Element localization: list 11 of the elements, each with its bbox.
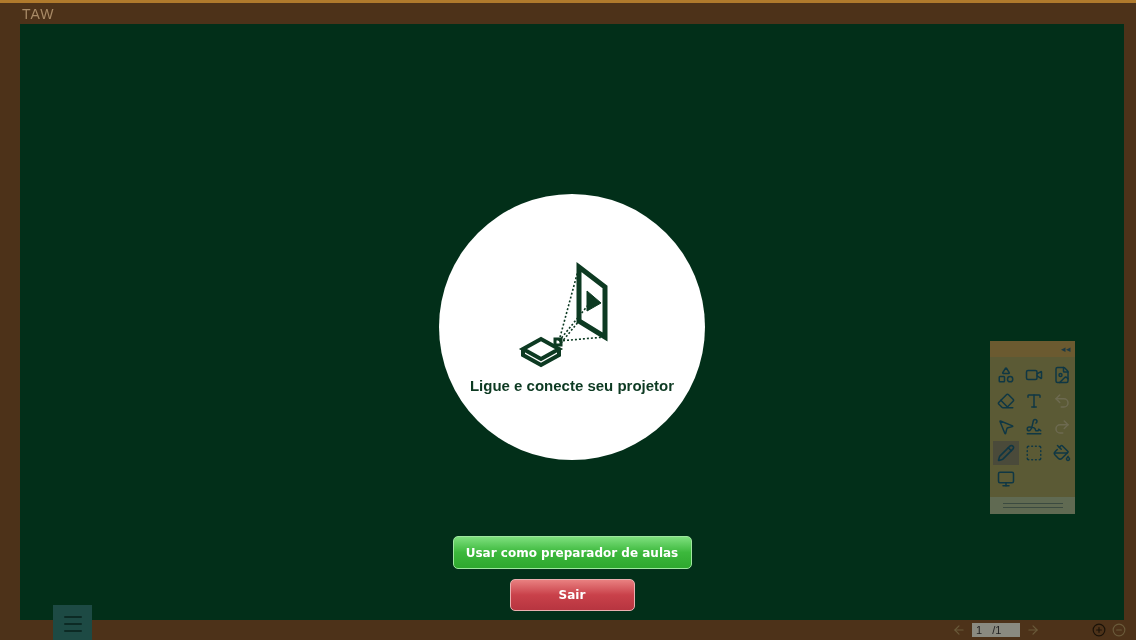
prompt-message: Ligue e conecte seu projetor xyxy=(469,376,675,394)
zoom-out-icon[interactable] xyxy=(1112,623,1126,637)
app-title: TAW xyxy=(22,5,55,22)
exit-button[interactable]: Sair xyxy=(509,579,635,611)
previous-page-icon[interactable] xyxy=(952,623,966,637)
pen-icon[interactable] xyxy=(993,440,1019,465)
page-field[interactable]: 1 /1 xyxy=(972,623,1020,637)
menu-button[interactable] xyxy=(53,605,92,640)
zoom-in-icon[interactable] xyxy=(1092,623,1106,637)
next-page-icon[interactable] xyxy=(1026,623,1040,637)
lesson-prep-button[interactable]: Usar como preparador de aulas xyxy=(452,536,692,569)
